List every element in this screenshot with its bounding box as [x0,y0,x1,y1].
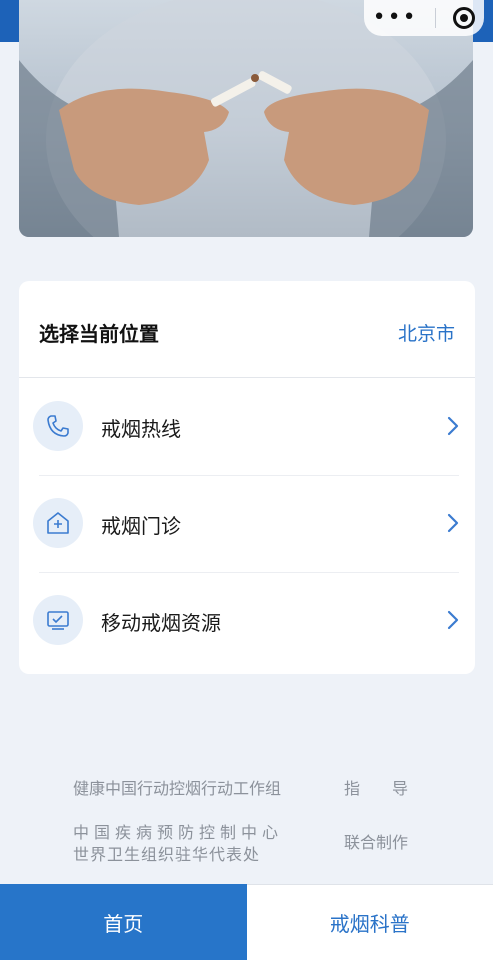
guide-role-text: 指 导 [344,779,409,798]
city-selector[interactable]: 北京市 [398,319,455,346]
close-miniprogram-icon[interactable] [453,7,476,29]
list-item-mobile-resources[interactable]: 移动戒烟资源 [19,572,475,669]
producer-cdc-text: 中国疾病预防控制中心 [73,823,284,842]
list-item-label: 移动戒烟资源 [101,611,221,635]
more-menu-icon[interactable]: ••• [373,7,418,29]
location-title: 选择当前位置 [39,322,159,346]
list-item-quit-clinic[interactable]: 戒烟门诊 [19,475,475,572]
capsule-divider [434,8,436,28]
computer-icon [33,595,83,645]
tab-quit-science[interactable]: 戒烟科普 [246,884,493,960]
tab-home[interactable]: 首页 [0,884,247,960]
list-item-quit-hotline[interactable]: 戒烟热线 [19,378,475,475]
phone-icon [33,401,83,451]
producer-role-text: 联合制作 [344,833,409,852]
chevron-right-icon [447,416,459,436]
service-card: 选择当前位置 北京市 戒烟热线 戒烟门诊 移动戒烟资源 [19,281,475,674]
producer-who-text: 世界卫生组织驻华代表处 [73,845,261,864]
list-item-label: 戒烟门诊 [101,514,181,538]
chevron-right-icon [447,513,459,533]
list-item-label: 戒烟热线 [101,417,181,441]
clinic-icon [33,498,83,548]
miniprogram-capsule: ••• [364,0,484,36]
guide-org-text: 健康中国行动控烟行动工作组 [73,779,282,798]
location-header: 选择当前位置 北京市 [19,281,475,378]
bottom-tab-bar: 首页 戒烟科普 [0,884,493,960]
chevron-right-icon [447,610,459,630]
